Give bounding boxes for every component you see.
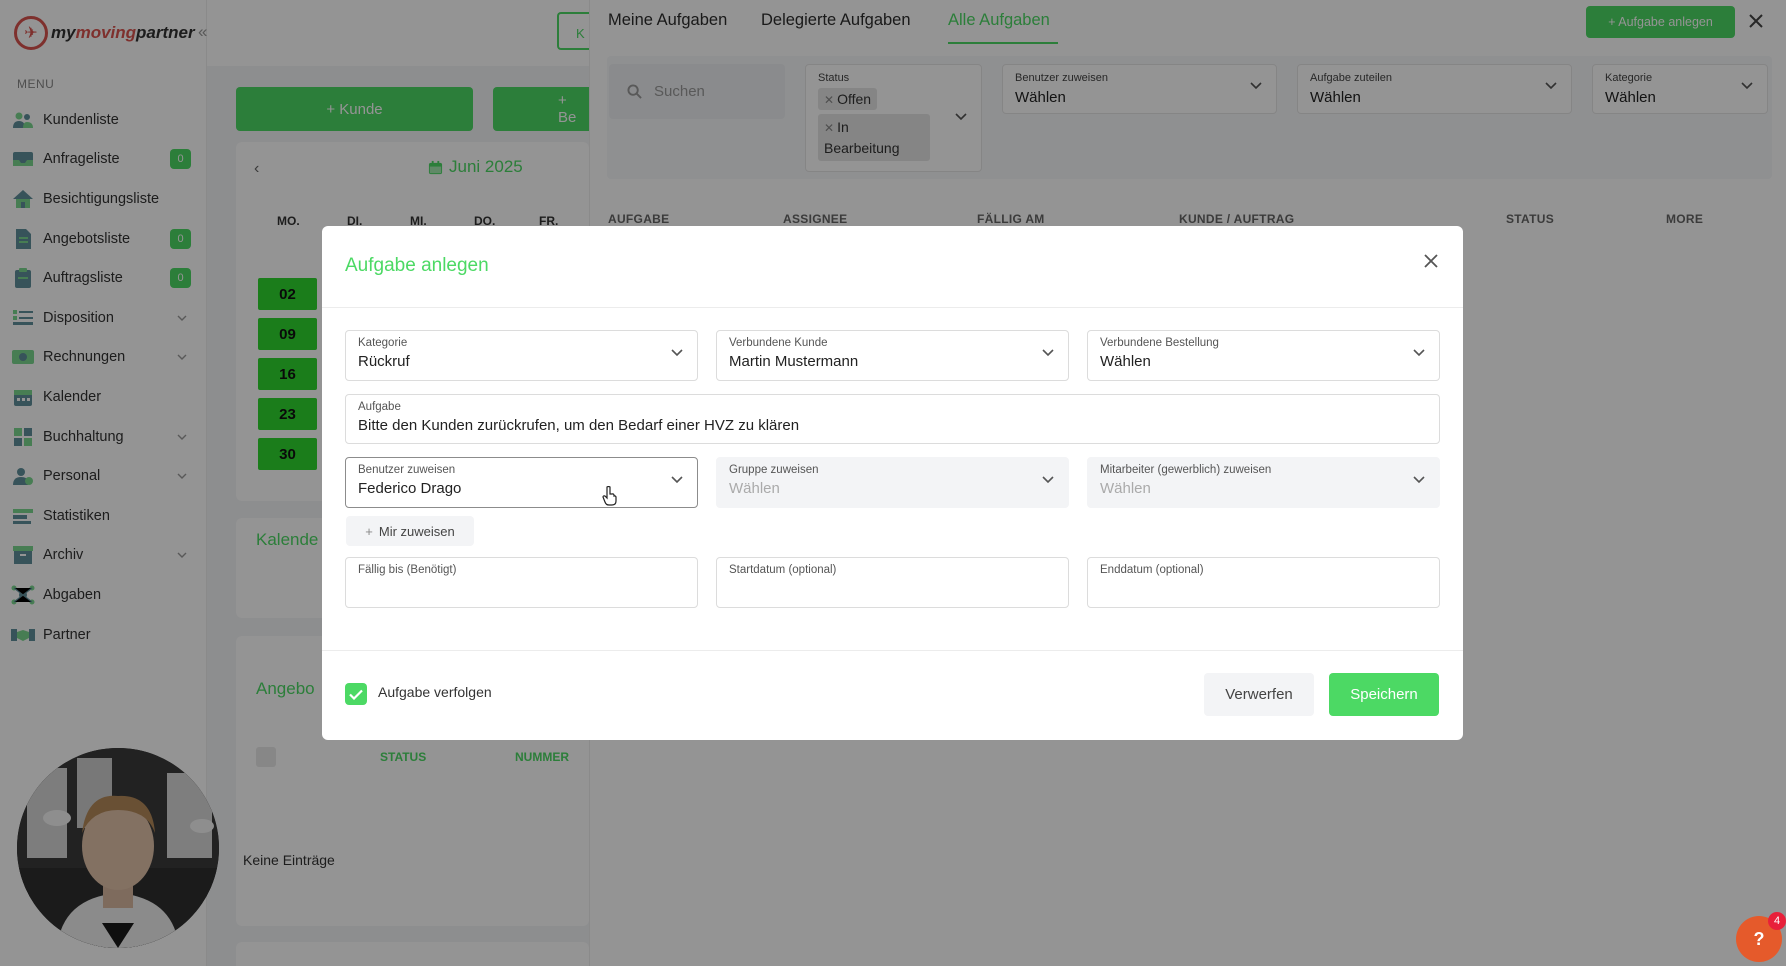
kunde-select[interactable]: Verbundene Kunde Martin Mustermann	[716, 330, 1069, 381]
save-button[interactable]: Speichern	[1329, 673, 1439, 716]
mitarbeiter-select[interactable]: Mitarbeiter (gewerblich) zuweisen Wählen	[1087, 457, 1440, 508]
chevron-down-icon	[1413, 349, 1425, 357]
discard-button[interactable]: Verwerfen	[1204, 673, 1314, 716]
chevron-down-icon	[671, 476, 683, 484]
chevron-down-icon	[1413, 476, 1425, 484]
hand-cursor-icon	[602, 486, 618, 506]
close-modal-icon[interactable]	[1424, 254, 1438, 268]
chevron-down-icon	[1042, 349, 1054, 357]
end-date-input[interactable]: Enddatum (optional)	[1087, 557, 1440, 608]
chevron-down-icon	[671, 349, 683, 357]
create-task-modal: Aufgabe anlegen Kategorie Rückruf Verbun…	[322, 226, 1463, 740]
help-notification-badge: 4	[1768, 912, 1786, 930]
aufgabe-input[interactable]: Aufgabe Bitte den Kunden zurückrufen, um…	[345, 394, 1440, 444]
gruppe-select[interactable]: Gruppe zuweisen Wählen	[716, 457, 1069, 508]
modal-footer-divider	[322, 650, 1463, 651]
start-date-input[interactable]: Startdatum (optional)	[716, 557, 1069, 608]
benutzer-select[interactable]: Benutzer zuweisen Federico Drago	[345, 457, 698, 508]
follow-task-checkbox[interactable]	[345, 683, 367, 705]
follow-task-label[interactable]: Aufgabe verfolgen	[378, 684, 492, 700]
due-date-input[interactable]: Fällig bis (Benötigt)	[345, 557, 698, 608]
chevron-down-icon	[1042, 476, 1054, 484]
kategorie-select[interactable]: Kategorie Rückruf	[345, 330, 698, 381]
modal-title: Aufgabe anlegen	[345, 255, 489, 276]
checkmark-icon	[349, 689, 363, 700]
bestellung-select[interactable]: Verbundene Bestellung Wählen	[1087, 330, 1440, 381]
assign-to-me-button[interactable]: + Mir zuweisen	[346, 516, 474, 546]
plus-icon: +	[365, 523, 373, 539]
modal-header-divider	[322, 307, 1463, 308]
